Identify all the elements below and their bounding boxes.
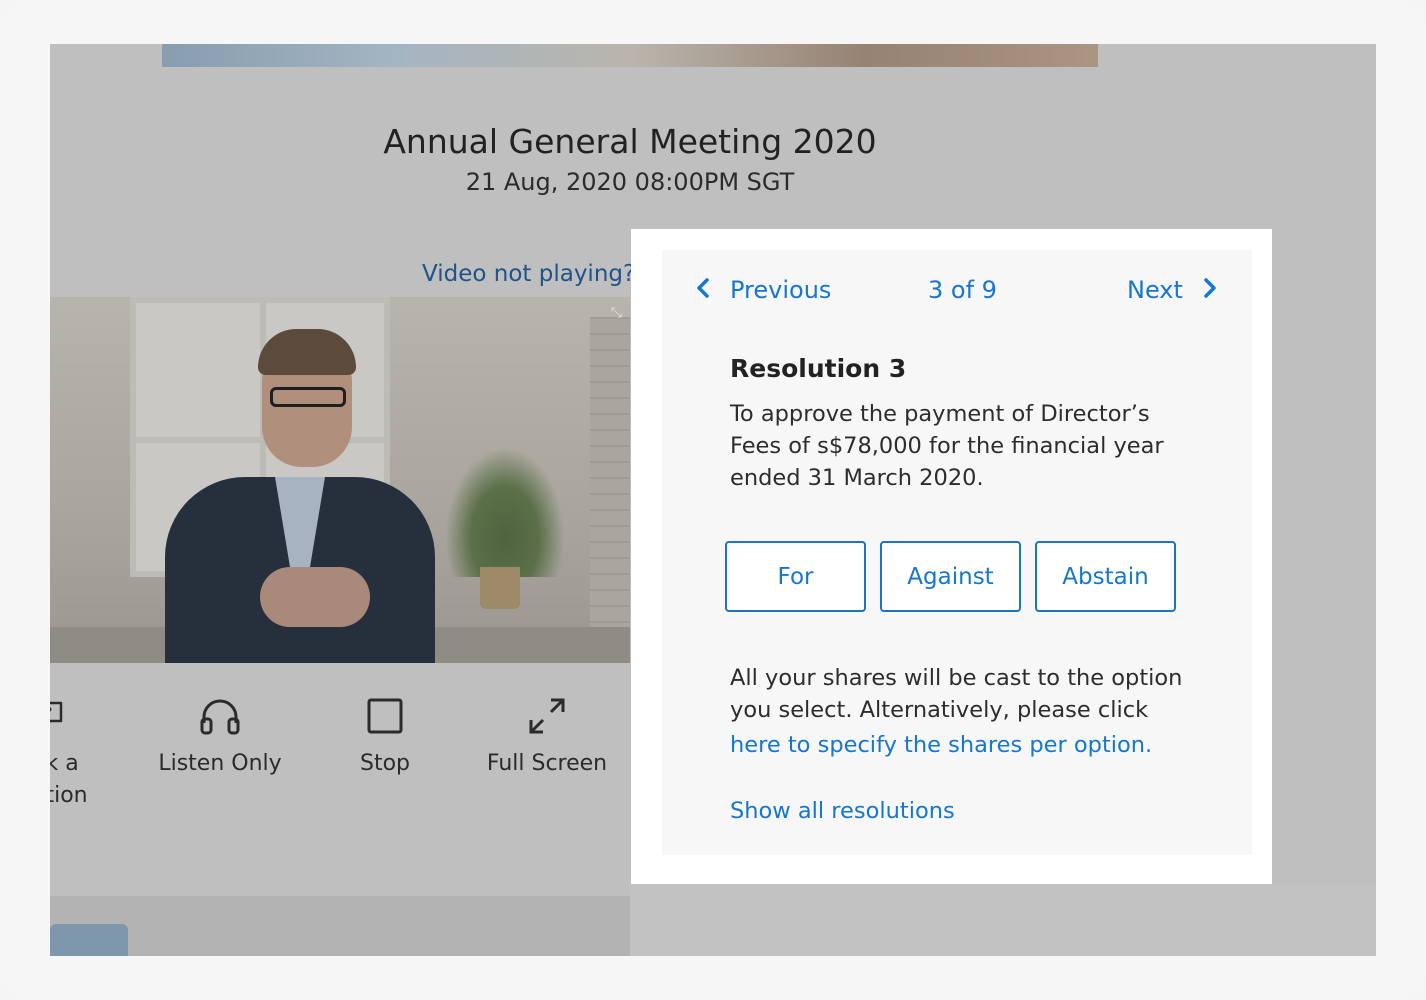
vote-for-button[interactable]: For [725,541,866,612]
video-help-link[interactable]: Video not playing? [422,261,635,287]
listen-only-label: Listen Only [158,751,282,776]
right-overlay [630,884,1376,956]
full-screen-button[interactable]: Full Screen [480,694,614,780]
vote-against-button[interactable]: Against [880,541,1021,612]
chevron-left-icon [696,277,710,304]
show-all-resolutions-link[interactable]: Show all resolutions [730,798,955,824]
stop-button[interactable]: Stop [330,694,440,780]
stop-label: Stop [359,751,410,776]
full-screen-label: Full Screen [486,751,608,776]
speaker-glasses [270,387,346,407]
meeting-datetime: 21 Aug, 2020 08:00PM SGT [465,168,795,196]
ask-question-label: sk a stion [50,751,88,808]
video-scene-plant [445,447,565,577]
svg-text:?: ? [50,706,52,721]
video-controls: ? sk a stion Listen Only Stop [50,694,630,814]
resolution-description: To approve the payment of Director’s Fee… [730,401,1164,491]
vote-options: For Against Abstain [725,541,1176,612]
resolution-counter: 3 of 9 [928,276,997,304]
chevron-right-icon [1203,277,1217,304]
shares-note: All your shares will be cast to the opti… [730,665,1183,723]
specify-shares-link[interactable]: here to specify the shares per option. [730,732,1152,758]
video-player[interactable]: ⤡ [50,297,630,663]
meeting-title: Annual General Meeting 2020 [383,122,877,161]
banner-image [162,44,1098,67]
question-bubble-icon: ? [50,694,114,738]
next-button[interactable]: Next [1127,276,1217,304]
listen-only-button[interactable]: Listen Only [150,694,290,780]
minimize-icon[interactable]: ⤡ [611,305,622,321]
video-scene-wall [590,317,630,637]
previous-button[interactable]: Previous [696,276,831,304]
video-scene-pot [480,567,520,609]
headphones-icon [150,694,290,738]
vote-abstain-button[interactable]: Abstain [1035,541,1176,612]
expand-arrows-icon [480,694,614,738]
ask-question-button[interactable]: ? sk a stion [50,694,114,812]
next-label: Next [1127,276,1183,304]
folder-icon [50,924,128,956]
speaker-hands [260,567,370,627]
resolution-nav: Previous 3 of 9 Next [662,276,1252,308]
resolution-title: Resolution 3 [730,354,907,383]
resolution-panel: Previous 3 of 9 Next Resolution 3 To app… [662,250,1252,855]
stop-square-icon [330,694,440,738]
previous-label: Previous [730,276,832,304]
